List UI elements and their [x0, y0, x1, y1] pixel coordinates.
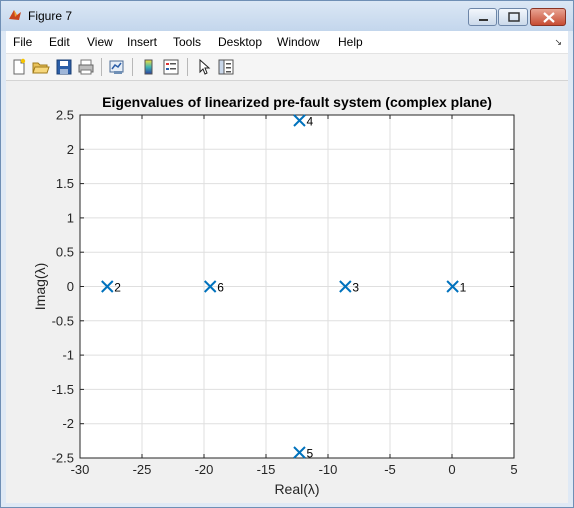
y-tick-label: -1.5 — [52, 382, 74, 397]
close-icon — [543, 12, 555, 23]
minimize-button[interactable] — [468, 8, 497, 26]
y-tick-label: 1 — [67, 210, 74, 225]
menu-insert[interactable]: Insert — [127, 35, 157, 49]
y-tick-label: 2.5 — [56, 108, 74, 123]
close-button[interactable] — [530, 8, 566, 26]
y-tick-label: 0.5 — [56, 245, 74, 260]
matlab-icon — [9, 10, 21, 20]
menu-window[interactable]: Window — [277, 35, 320, 49]
minimize-icon — [479, 19, 488, 21]
save-icon[interactable] — [55, 58, 73, 76]
y-tick-label: -2 — [62, 416, 74, 431]
toolbar-separator — [132, 58, 133, 76]
data-point-label: 1 — [460, 281, 467, 295]
title-bar[interactable]: Figure 7 — [1, 1, 573, 31]
toolbar — [6, 54, 568, 81]
toolbar-separator — [187, 58, 188, 76]
property-inspector-icon[interactable] — [217, 58, 235, 76]
y-tick-label: 1.5 — [56, 176, 74, 191]
print-icon[interactable] — [77, 58, 95, 76]
y-tick-label: -1 — [62, 348, 74, 363]
menu-file[interactable]: File — [13, 35, 32, 49]
x-tick-label: -5 — [384, 462, 396, 477]
maximize-button[interactable] — [498, 8, 528, 26]
chart-title: Eigenvalues of linearized pre-fault syst… — [102, 94, 492, 110]
data-point-label: 6 — [217, 281, 224, 295]
menu-view[interactable]: View — [87, 35, 113, 49]
eigenvalue-plot[interactable]: -30 -25 -20 -15 -10 -5 0 5-2.5-2-1.5-1-0.500.51… — [6, 81, 568, 503]
pointer-icon[interactable] — [195, 58, 213, 76]
open-file-icon[interactable] — [32, 58, 50, 76]
maximize-icon — [508, 12, 520, 22]
x-axis-label: Real(λ) — [274, 481, 319, 497]
menu-edit[interactable]: Edit — [49, 35, 70, 49]
y-tick-label: 2 — [67, 142, 74, 157]
new-figure-icon[interactable] — [10, 58, 28, 76]
x-tick-label: -25 — [133, 462, 152, 477]
x-tick-label: 5 — [510, 462, 517, 477]
menu-help[interactable]: Help — [338, 35, 363, 49]
toolbar-separator — [101, 58, 102, 76]
data-point-label: 3 — [352, 281, 359, 295]
menu-desktop[interactable]: Desktop — [218, 35, 262, 49]
x-tick-label: -15 — [257, 462, 276, 477]
x-tick-label: -10 — [319, 462, 338, 477]
menu-tools[interactable]: Tools — [173, 35, 201, 49]
y-tick-label: -0.5 — [52, 313, 74, 328]
figure-canvas: -30 -25 -20 -15 -10 -5 0 5 -2.5 -2 -1.5 -1 -0.5 0 0.5 1… — [6, 81, 568, 503]
figure-window: Figure 7 File Edit View Insert Tools Des… — [0, 0, 574, 508]
data-point-label: 2 — [114, 281, 121, 295]
legend-icon[interactable] — [162, 58, 180, 76]
x-tick-label: -20 — [195, 462, 214, 477]
colorbar-icon[interactable] — [140, 58, 158, 76]
y-tick-label: -2.5 — [52, 451, 74, 466]
data-point-label: 4 — [306, 114, 313, 128]
link-plot-icon[interactable] — [108, 58, 126, 76]
y-axis-label: Imag(λ) — [32, 263, 48, 310]
x-tick-label: 0 — [448, 462, 455, 477]
dock-arrow-icon[interactable]: ↘ — [554, 37, 562, 48]
data-point-label: 5 — [306, 447, 313, 461]
y-tick-label: 0 — [67, 279, 74, 294]
window-title: Figure 7 — [28, 9, 73, 23]
menu-bar: File Edit View Insert Tools Desktop Wind… — [6, 31, 568, 54]
